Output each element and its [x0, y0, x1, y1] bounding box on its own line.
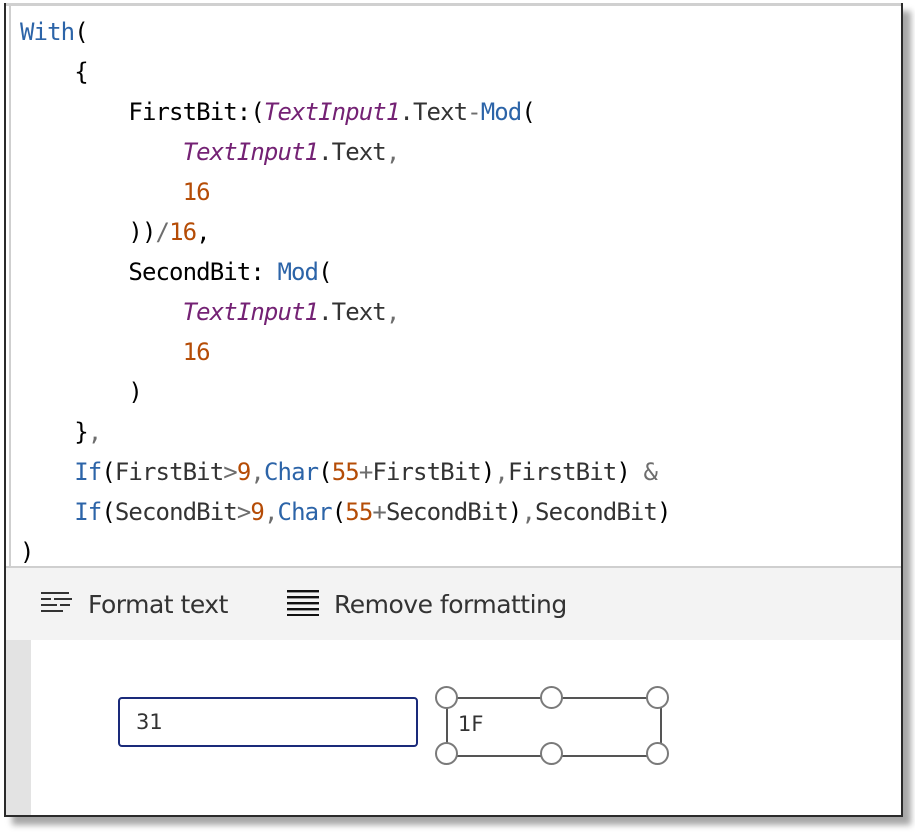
punctuation-token: (: [74, 18, 88, 46]
app-window: With( { FirstBit:(TextInput1.Text-Mod( T…: [4, 3, 903, 817]
punctuation-token: ,: [196, 218, 210, 246]
number-token: 16: [169, 218, 197, 246]
keyword-token: Char: [277, 498, 333, 526]
formula-code[interactable]: With( { FirstBit:(TextInput1.Text-Mod( T…: [20, 12, 671, 572]
code-line[interactable]: 16: [20, 332, 671, 372]
punctuation-token: ): [656, 498, 671, 526]
keyword-token: With: [20, 18, 75, 46]
keyword-token: If: [74, 498, 102, 526]
code-line[interactable]: ))/16,: [20, 212, 671, 252]
punctuation-token: )): [20, 218, 156, 246]
identifier-token: SecondBit: [535, 498, 658, 526]
keyword-token: Char: [263, 458, 319, 486]
punctuation-token: SecondBit:: [20, 258, 278, 286]
resize-handle-top-left[interactable]: [435, 686, 458, 709]
punctuation-token: (: [521, 98, 535, 126]
operator-token: ,: [385, 298, 400, 326]
number-token: 9: [236, 458, 251, 486]
identifier-token: FirstBit: [507, 458, 617, 486]
punctuation-token: [20, 138, 183, 166]
identifier-token: FirstBit: [372, 458, 481, 486]
code-line[interactable]: If(SecondBit>9,Char(55+SecondBit),Second…: [20, 492, 671, 532]
format-text-label: Format text: [88, 589, 228, 619]
resize-handle-bottom-middle[interactable]: [540, 742, 563, 765]
formula-toolbar: Format text Remove formatting: [6, 566, 901, 642]
keyword-token: If: [74, 458, 102, 486]
property-token: .Text: [318, 298, 387, 326]
keyword-token: Mod: [480, 98, 523, 126]
operator-token: /: [155, 218, 170, 246]
operator-token: &: [643, 458, 658, 486]
punctuation-token: {: [20, 58, 88, 86]
identifier-token: SecondBit: [385, 498, 509, 526]
code-line[interactable]: },: [20, 412, 671, 452]
operator-token: >: [236, 498, 251, 526]
format-text-button[interactable]: Format text: [40, 568, 228, 640]
punctuation-token: (: [331, 498, 346, 526]
number-token: 9: [250, 498, 264, 526]
punctuation-token: [20, 178, 183, 206]
operator-token: >: [223, 458, 237, 486]
operator-token: -: [467, 98, 481, 126]
punctuation-token: (: [101, 498, 115, 526]
punctuation-token: ): [507, 498, 522, 526]
remove-formatting-label: Remove formatting: [334, 589, 567, 619]
keyword-token: Mod: [277, 258, 319, 286]
operator-token: +: [358, 458, 373, 486]
canvas-gutter: [6, 640, 31, 815]
label-text: 1F: [458, 712, 484, 736]
number-token: 55: [345, 498, 373, 526]
operator-token: +: [372, 498, 386, 526]
punctuation-token: [20, 458, 74, 486]
operator-token: ,: [521, 498, 536, 526]
number-token: 55: [331, 458, 360, 486]
punctuation-token: [20, 338, 183, 366]
operator-token: ,: [263, 498, 278, 526]
punctuation-token: FirstBit:(: [20, 98, 264, 126]
operator-token: ,: [385, 138, 400, 166]
property-token: .Text: [318, 138, 387, 166]
punctuation-token: [20, 498, 74, 526]
property-token: .Text: [399, 98, 468, 126]
control-reference-token: TextInput1: [182, 298, 319, 326]
code-line[interactable]: TextInput1.Text,: [20, 132, 671, 172]
app-canvas: 1F: [6, 640, 901, 815]
code-line[interactable]: 16: [20, 172, 671, 212]
operator-token: ,: [87, 418, 102, 446]
text-input-1[interactable]: [118, 697, 418, 747]
resize-handle-top-middle[interactable]: [540, 686, 563, 709]
operator-token: ,: [250, 458, 264, 486]
resize-handle-bottom-right[interactable]: [646, 742, 669, 765]
remove-formatting-icon: [286, 588, 320, 620]
punctuation-token: (: [318, 458, 332, 486]
resize-handle-bottom-left[interactable]: [435, 742, 458, 765]
number-token: 16: [182, 178, 211, 206]
punctuation-token: ): [616, 458, 644, 486]
punctuation-token: (: [101, 458, 115, 486]
code-line[interactable]: {: [20, 52, 671, 92]
punctuation-token: (: [318, 258, 332, 286]
code-line[interactable]: With(: [20, 12, 671, 52]
punctuation-token: [20, 298, 183, 326]
resize-handle-top-right[interactable]: [646, 686, 669, 709]
punctuation-token: }: [20, 418, 88, 446]
punctuation-token: ): [20, 378, 142, 406]
identifier-token: SecondBit: [114, 498, 238, 526]
punctuation-token: ): [480, 458, 495, 486]
code-line[interactable]: ): [20, 372, 671, 412]
control-reference-token: TextInput1: [263, 98, 400, 126]
identifier-token: FirstBit: [114, 458, 224, 486]
code-line[interactable]: FirstBit:(TextInput1.Text-Mod(: [20, 92, 671, 132]
code-line[interactable]: SecondBit: Mod(: [20, 252, 671, 292]
code-line[interactable]: TextInput1.Text,: [20, 292, 671, 332]
format-text-icon: [40, 589, 74, 619]
operator-token: ,: [494, 458, 508, 486]
formula-editor[interactable]: With( { FirstBit:(TextInput1.Text-Mod( T…: [9, 6, 901, 566]
number-token: 16: [182, 338, 211, 366]
punctuation-token: ): [20, 538, 34, 566]
code-line[interactable]: If(FirstBit>9,Char(55+FirstBit),FirstBit…: [20, 452, 671, 492]
remove-formatting-button[interactable]: Remove formatting: [286, 568, 567, 640]
control-reference-token: TextInput1: [182, 138, 319, 166]
